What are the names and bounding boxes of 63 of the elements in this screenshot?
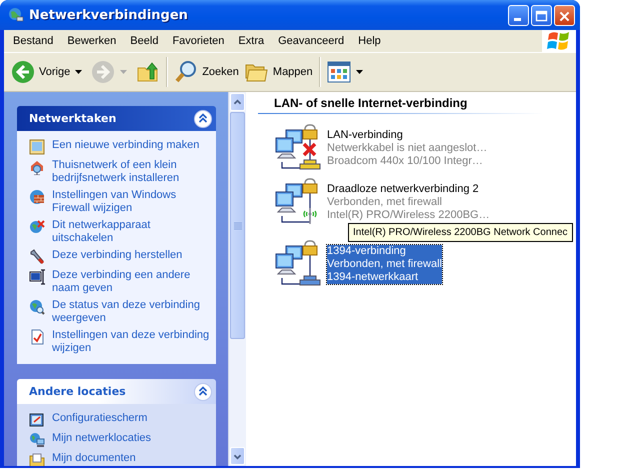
task-link[interactable]: De status van deze verbinding weergeven bbox=[52, 299, 210, 325]
panel-title: Netwerktaken bbox=[29, 112, 116, 125]
connection-name[interactable]: Draadloze netwerkverbinding 2 bbox=[327, 182, 490, 196]
task-link[interactable]: Configuratiescherm bbox=[52, 412, 148, 425]
group-header: LAN- of snelle Internet-verbinding bbox=[273, 96, 468, 110]
task-link[interactable]: Deze verbinding herstellen bbox=[52, 249, 182, 262]
menu-item[interactable]: Beeld bbox=[123, 35, 166, 47]
connection-status: Netwerkkabel is niet aangeslot… bbox=[327, 142, 488, 154]
task-link[interactable]: Mijn netwerklocaties bbox=[52, 432, 152, 445]
close-button[interactable] bbox=[554, 4, 575, 26]
menu-item[interactable]: Extra bbox=[231, 35, 272, 47]
search-button[interactable]: Zoeken bbox=[171, 58, 242, 86]
task-link[interactable]: Instellingen van deze verbinding wijzigen bbox=[52, 329, 210, 355]
tooltip: Intel(R) PRO/Wireless 2200BG Network Connec bbox=[348, 223, 573, 242]
task-link[interactable]: Instellingen van Windows Firewall wijzigen bbox=[52, 189, 210, 215]
task-link[interactable]: Dit netwerkapparaat uitschakelen bbox=[52, 219, 210, 245]
scroll-thumb[interactable] bbox=[230, 112, 245, 339]
connection-device: Broadcom 440x 10/100 Integr… bbox=[327, 154, 484, 168]
maximize-button[interactable] bbox=[531, 4, 552, 26]
view-grid-icon bbox=[326, 61, 351, 83]
minimize-button[interactable] bbox=[508, 4, 529, 26]
scroll-up-button[interactable] bbox=[230, 93, 245, 111]
wrench-icon bbox=[29, 249, 45, 265]
menu-item[interactable]: Geavanceerd bbox=[271, 35, 352, 47]
menu-item[interactable]: Bestand bbox=[6, 35, 60, 47]
rename-monitor-icon bbox=[29, 269, 45, 285]
task-link[interactable]: Een nieuwe verbinding maken bbox=[52, 139, 200, 152]
task-link[interactable]: Thuisnetwerk of een klein bedrijfsnetwerk installeren bbox=[52, 159, 210, 185]
network-connection-icon[interactable] bbox=[274, 240, 322, 288]
home-network-icon bbox=[29, 159, 45, 175]
grip-icon bbox=[234, 222, 242, 230]
status-globe-icon bbox=[29, 299, 45, 315]
folders-button[interactable]: Mappen bbox=[242, 58, 316, 86]
network-connection-icon[interactable] bbox=[274, 124, 322, 172]
connection-name[interactable]: 1394-verbinding bbox=[327, 244, 442, 258]
folder-up-icon bbox=[136, 60, 160, 84]
globe-disable-icon bbox=[29, 219, 45, 235]
window-title: Netwerkverbindingen bbox=[29, 8, 189, 22]
scroll-down-button[interactable] bbox=[230, 447, 245, 465]
task-link[interactable]: Mijn documenten bbox=[52, 452, 136, 465]
connection-device: 1394-netwerkkaart bbox=[327, 270, 420, 284]
collapse-chevron-icon[interactable] bbox=[194, 382, 212, 400]
scrollbar[interactable] bbox=[228, 92, 246, 466]
connection-name[interactable]: LAN-verbinding bbox=[327, 128, 488, 142]
documents-folder-icon bbox=[29, 452, 45, 466]
menu-item[interactable]: Bewerken bbox=[60, 35, 124, 47]
collapse-chevron-icon[interactable] bbox=[194, 110, 212, 128]
connection-device: Intel(R) PRO/Wireless 2200BG… bbox=[327, 208, 490, 222]
minimize-icon bbox=[514, 18, 521, 20]
control-panel-icon bbox=[29, 412, 45, 428]
connection-status: Verbonden, met firewall bbox=[327, 258, 442, 270]
connection-status: Verbonden, met firewall bbox=[327, 196, 443, 208]
network-globe-icon bbox=[8, 7, 24, 23]
back-button[interactable]: Vorige bbox=[8, 58, 74, 86]
task-link[interactable]: Deze verbinding een andere naam geven bbox=[52, 269, 210, 295]
panel-title: Andere locaties bbox=[29, 385, 126, 398]
firewall-globe-icon bbox=[29, 189, 45, 205]
menu-item[interactable]: Favorieten bbox=[165, 35, 232, 47]
menu-item[interactable]: Help bbox=[351, 35, 388, 47]
magnifier-icon bbox=[174, 60, 198, 84]
settings-page-icon bbox=[29, 329, 45, 345]
network-places-icon bbox=[29, 432, 45, 448]
new-connection-icon bbox=[29, 139, 45, 155]
